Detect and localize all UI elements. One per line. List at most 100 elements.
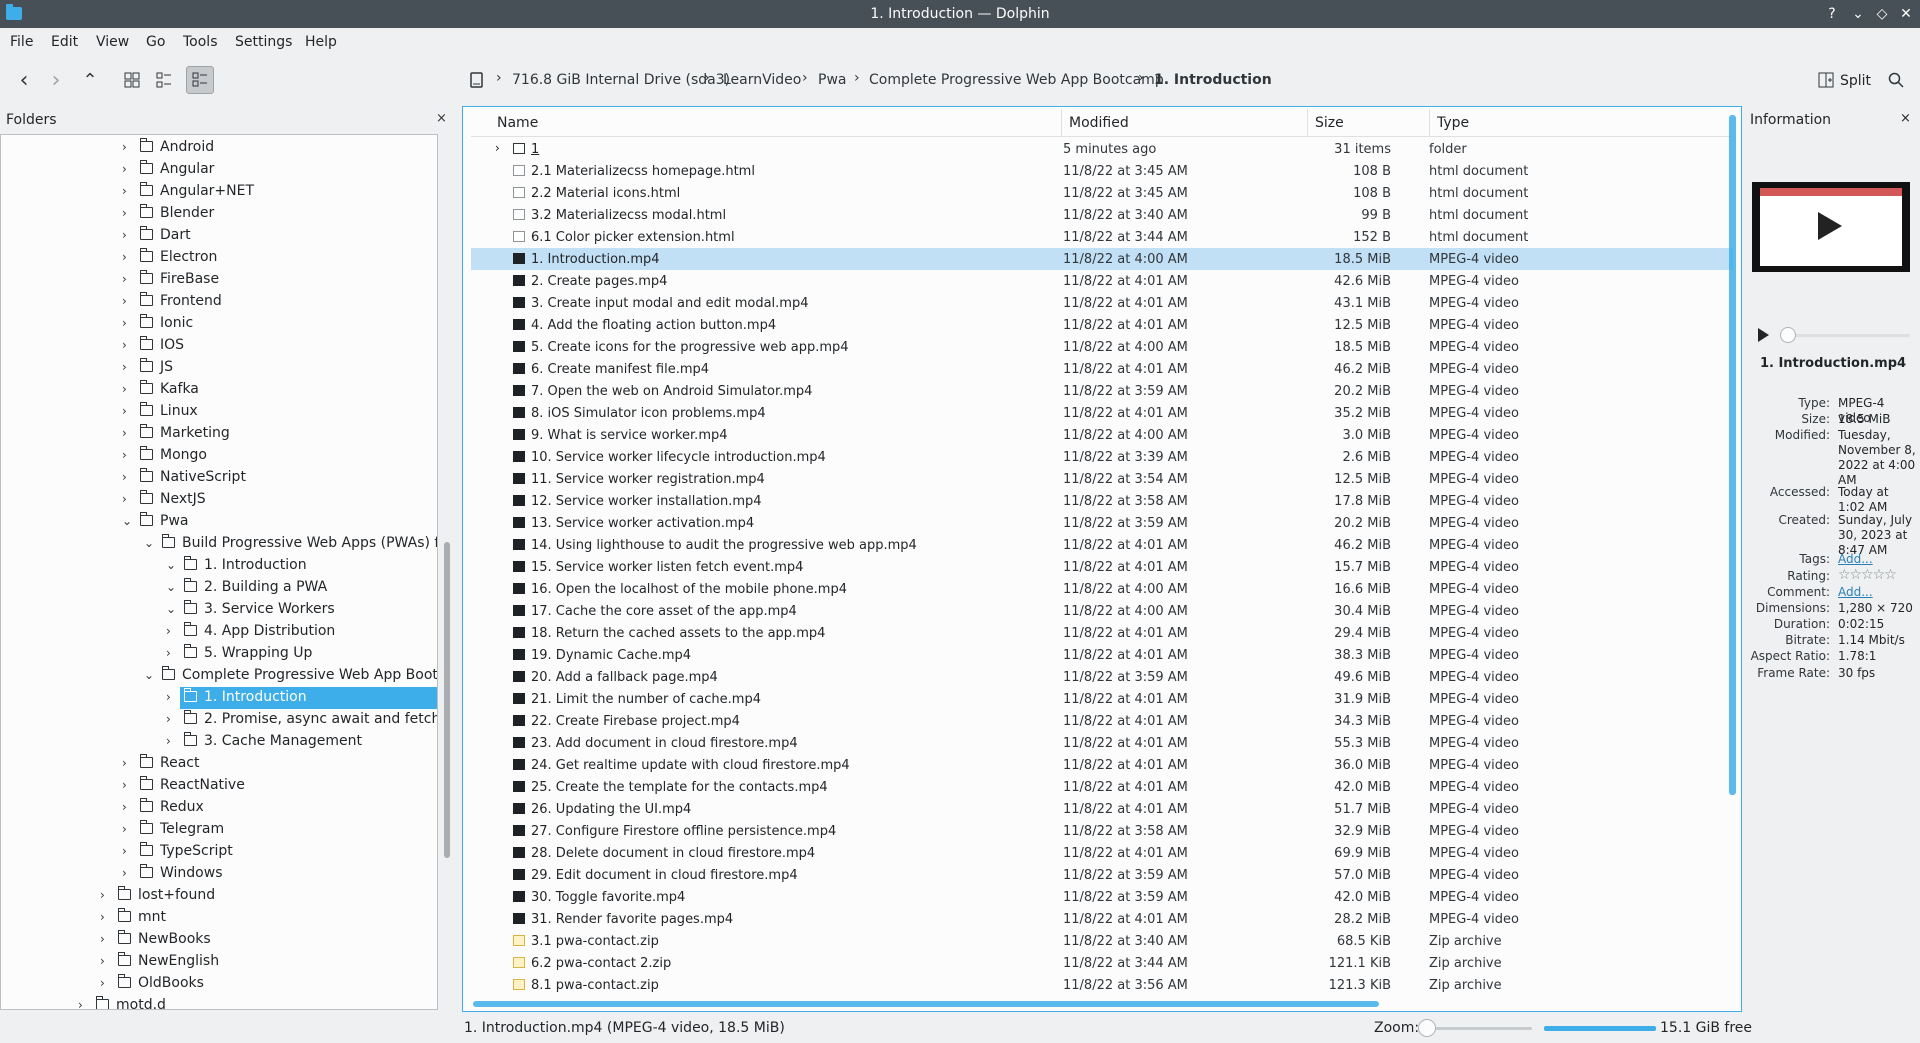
tree-item-entry[interactable]: Complete Progressive Web App Bootcamp	[158, 665, 437, 687]
expand-arrow-icon[interactable]: ›	[122, 272, 134, 286]
expand-arrow-icon[interactable]: ›	[122, 778, 134, 792]
tree-item-entry[interactable]: Pwa	[136, 511, 192, 533]
file-row[interactable]: 24. Get realtime update with cloud fires…	[471, 754, 1733, 776]
tree-item-entry[interactable]: NativeScript	[136, 467, 250, 489]
expand-arrow-icon[interactable]: ›	[166, 646, 178, 660]
tree-item-entry[interactable]: Mongo	[136, 445, 211, 467]
information-panel-close-icon[interactable]: ×	[1900, 111, 1911, 126]
menu-edit[interactable]: Edit	[51, 34, 78, 50]
tree-item-entry[interactable]: Redux	[136, 797, 208, 819]
menu-view[interactable]: View	[96, 34, 129, 50]
tree-item[interactable]: ⌄ 2. Building a PWA	[2, 577, 437, 599]
file-row[interactable]: 12. Service worker installation.mp4 11/8/…	[471, 490, 1733, 512]
tree-item-entry[interactable]: Ionic	[136, 313, 197, 335]
maximize-button[interactable]: ◇	[1872, 4, 1892, 24]
expand-arrow-icon[interactable]: ›	[122, 844, 134, 858]
tree-item[interactable]: › Frontend	[2, 291, 437, 313]
player-seek-handle[interactable]	[1780, 327, 1796, 343]
tree-item-entry[interactable]: NewBooks	[114, 929, 215, 951]
tree-item-entry[interactable]: Android	[136, 137, 218, 159]
tree-item[interactable]: › Angular+NET	[2, 181, 437, 203]
tree-item-entry[interactable]: 2. Building a PWA	[180, 577, 331, 599]
tree-item-entry[interactable]: React	[136, 753, 203, 775]
collapse-arrow-icon[interactable]: ⌄	[144, 668, 156, 682]
file-row[interactable]: 13. Service worker activation.mp4 11/8/22…	[471, 512, 1733, 534]
icons-view-button[interactable]	[118, 66, 146, 94]
tree-item[interactable]: › Mongo	[2, 445, 437, 467]
video-preview[interactable]	[1752, 182, 1910, 272]
collapse-arrow-icon[interactable]: ⌄	[166, 580, 178, 594]
collapse-arrow-icon[interactable]: ⌄	[144, 536, 156, 550]
expand-arrow-icon[interactable]: ›	[122, 140, 134, 154]
tree-item-entry[interactable]: Telegram	[136, 819, 228, 841]
tree-item-entry[interactable]: ReactNative	[136, 775, 249, 797]
tree-item[interactable]: › React	[2, 753, 437, 775]
expand-arrow-icon[interactable]: ›	[122, 866, 134, 880]
forward-button[interactable]: ›	[42, 66, 70, 94]
column-type[interactable]: Type	[1437, 115, 1469, 131]
zoom-slider-handle[interactable]	[1418, 1019, 1436, 1037]
tree-item-entry[interactable]: JS	[136, 357, 177, 379]
tree-item-entry[interactable]: Linux	[136, 401, 202, 423]
expand-arrow-icon[interactable]: ›	[100, 888, 112, 902]
tree-item-entry[interactable]: 1. Introduction	[180, 555, 311, 577]
play-icon[interactable]	[1758, 328, 1769, 342]
tree-item-entry[interactable]: Dart	[136, 225, 195, 247]
menu-settings[interactable]: Settings	[235, 34, 292, 50]
tree-item[interactable]: ⌄ 1. Introduction	[2, 555, 437, 577]
tree-item[interactable]: › Marketing	[2, 423, 437, 445]
column-divider[interactable]	[1061, 109, 1062, 137]
expand-arrow-icon[interactable]: ›	[100, 910, 112, 924]
expand-arrow-icon[interactable]: ›	[122, 426, 134, 440]
file-row[interactable]: 8. iOS Simulator icon problems.mp4 11/8/2…	[471, 402, 1733, 424]
column-divider[interactable]	[1307, 109, 1308, 137]
expand-arrow-icon[interactable]: ›	[122, 360, 134, 374]
expand-arrow-icon[interactable]: ›	[166, 690, 178, 704]
tree-item[interactable]: › FireBase	[2, 269, 437, 291]
expand-arrow-icon[interactable]: ›	[122, 470, 134, 484]
tree-item[interactable]: › NextJS	[2, 489, 437, 511]
tree-item[interactable]: › Angular	[2, 159, 437, 181]
file-row[interactable]: 3.1 pwa-contact.zip 11/8/22 at 3:40 AM 68.…	[471, 930, 1733, 952]
tree-item[interactable]: › 3. Cache Management	[2, 731, 437, 753]
tree-item-entry[interactable]: 1. Introduction	[180, 687, 437, 709]
file-row[interactable]: 2.1 Materializecss homepage.html 11/8/22 …	[471, 160, 1733, 182]
help-button[interactable]: ?	[1822, 4, 1842, 24]
file-row[interactable]: 21. Limit the number of cache.mp4 11/8/22…	[471, 688, 1733, 710]
tree-item[interactable]: › OldBooks	[2, 973, 437, 995]
tree-item[interactable]: › ReactNative	[2, 775, 437, 797]
tree-item[interactable]: ⌄ Build Progressive Web Apps (PWAs) from …	[2, 533, 437, 555]
file-view-horizontal-scrollbar[interactable]	[473, 1001, 1379, 1007]
file-row[interactable]: 29. Edit document in cloud firestore.mp4…	[471, 864, 1733, 886]
menu-file[interactable]: File	[10, 34, 33, 50]
tree-item[interactable]: › NewEnglish	[2, 951, 437, 973]
tree-item-entry[interactable]: NextJS	[136, 489, 210, 511]
tree-item[interactable]: › Ionic	[2, 313, 437, 335]
file-row[interactable]: 17. Cache the core asset of the app.mp4 1…	[471, 600, 1733, 622]
file-row[interactable]: 5. Create icons for the progressive web …	[471, 336, 1733, 358]
expand-arrow-icon[interactable]: ›	[122, 338, 134, 352]
file-row[interactable]: 7. Open the web on Android Simulator.mp4…	[471, 380, 1733, 402]
tree-item[interactable]: › Linux	[2, 401, 437, 423]
file-row[interactable]: 14. Using lighthouse to audit the progre…	[471, 534, 1733, 556]
file-row[interactable]: 16. Open the localhost of the mobile pho…	[471, 578, 1733, 600]
file-row[interactable]: 15. Service worker listen fetch event.mp…	[471, 556, 1733, 578]
minimize-button[interactable]: ⌄	[1848, 4, 1868, 24]
expand-arrow-icon[interactable]: ›	[166, 734, 178, 748]
back-button[interactable]: ‹	[10, 66, 38, 94]
column-name[interactable]: Name	[497, 115, 538, 131]
breadcrumb-pwa[interactable]: Pwa	[818, 72, 846, 88]
menu-tools[interactable]: Tools	[183, 34, 218, 50]
tree-item[interactable]: › Blender	[2, 203, 437, 225]
tree-item-entry[interactable]: IOS	[136, 335, 188, 357]
file-row[interactable]: 28. Delete document in cloud firestore.m…	[471, 842, 1733, 864]
tree-item-entry[interactable]: Angular	[136, 159, 218, 181]
expand-arrow-icon[interactable]: ›	[100, 954, 112, 968]
tree-item[interactable]: ⌄ Pwa	[2, 511, 437, 533]
file-row[interactable]: 22. Create Firebase project.mp4 11/8/22 a…	[471, 710, 1733, 732]
column-modified[interactable]: Modified	[1069, 115, 1129, 131]
expand-arrow-icon[interactable]: ›	[100, 932, 112, 946]
file-row[interactable]: 3. Create input modal and edit modal.mp4…	[471, 292, 1733, 314]
expand-arrow-icon[interactable]: ›	[78, 998, 90, 1009]
tree-item-entry[interactable]: FireBase	[136, 269, 223, 291]
